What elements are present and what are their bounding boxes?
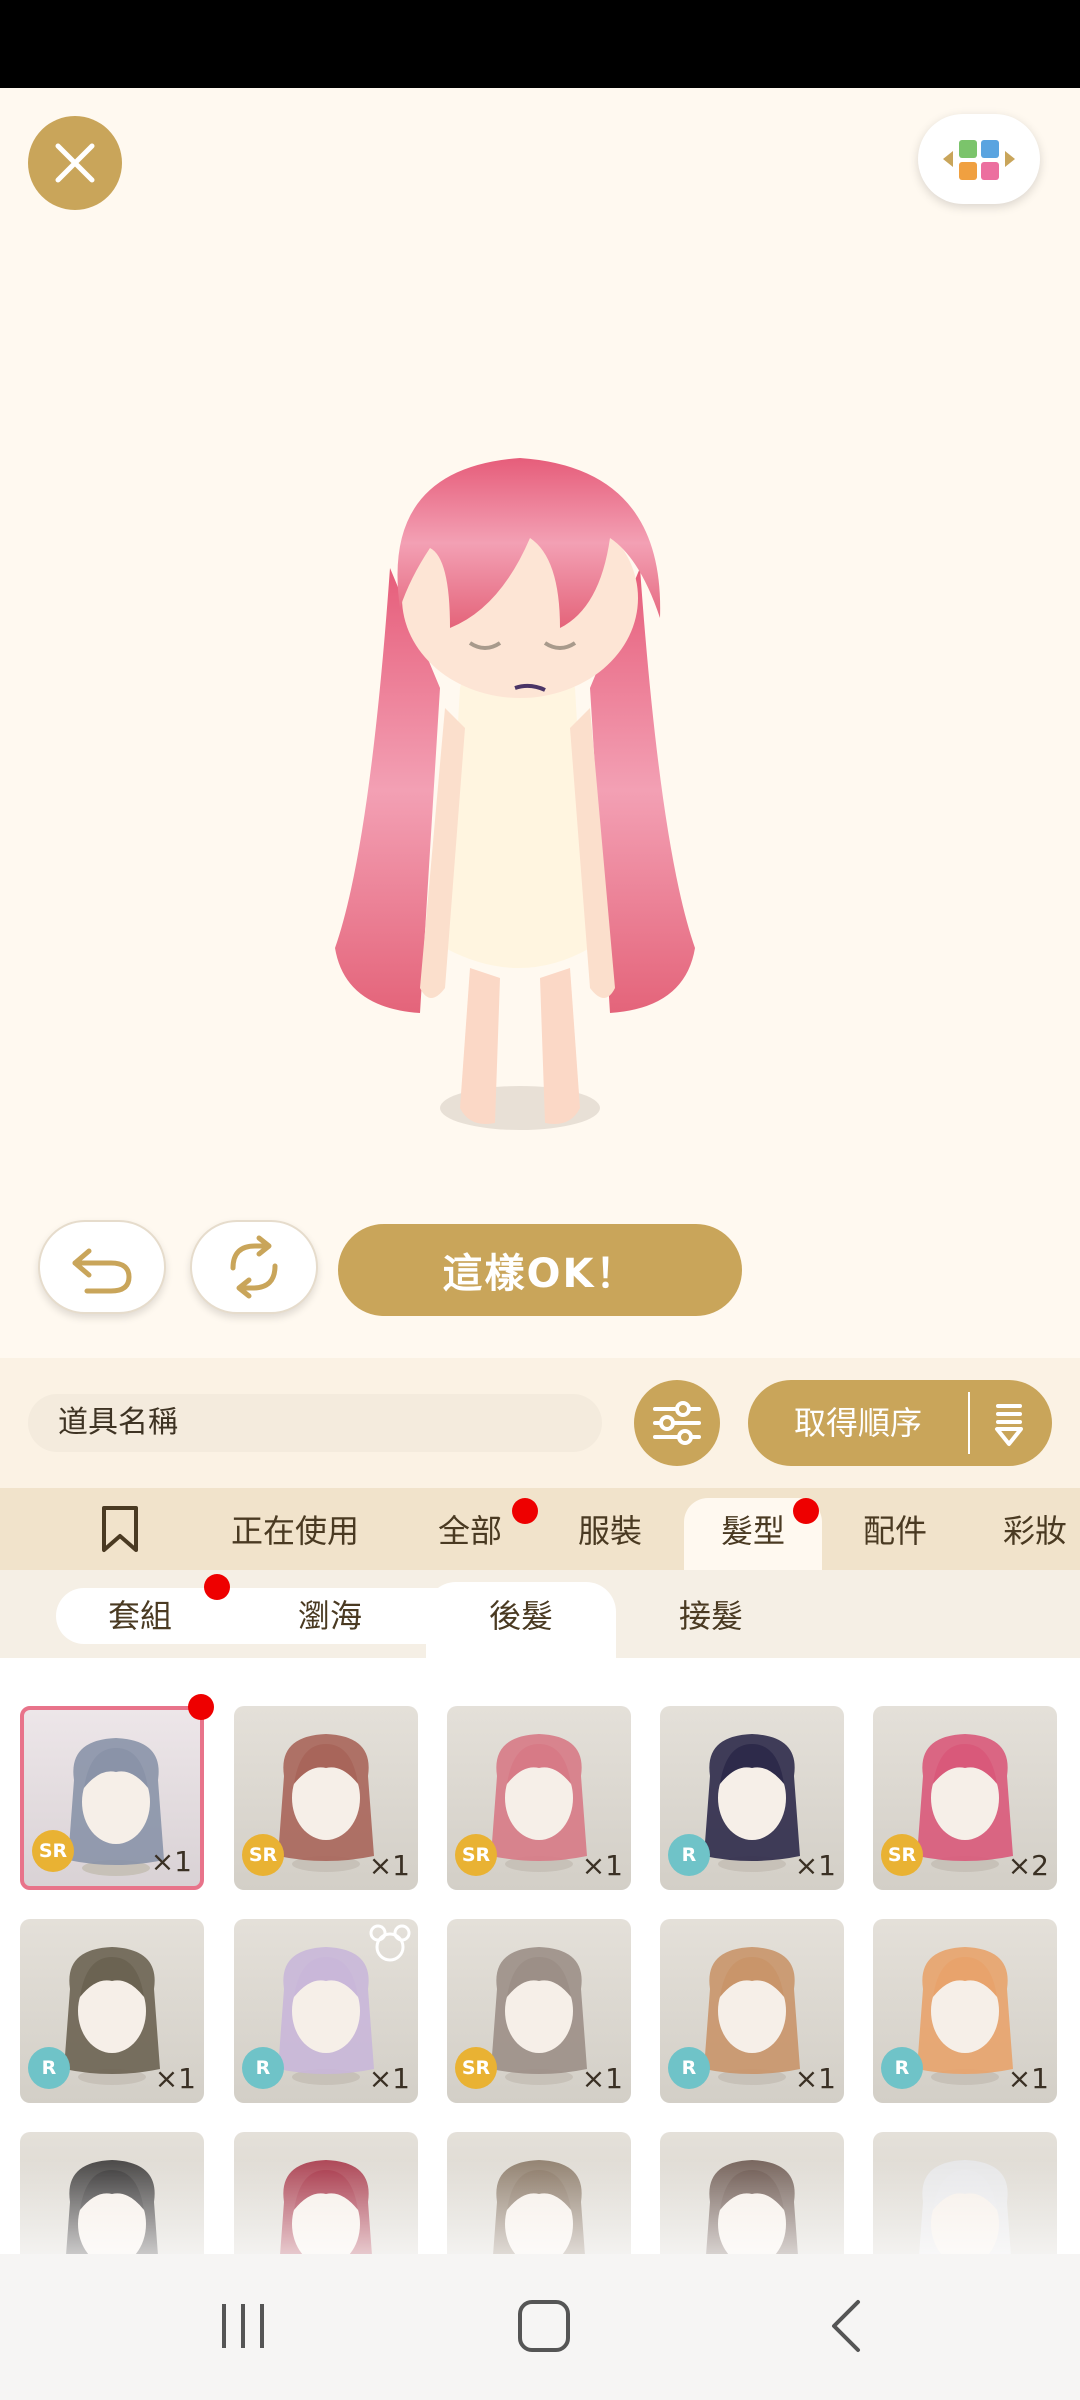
close-icon: [55, 143, 95, 183]
item-count: ×1: [154, 2062, 196, 2095]
close-button[interactable]: [28, 116, 122, 210]
tab-hairstyle[interactable]: 髮型: [703, 1488, 803, 1570]
confirm-ok-button[interactable]: 這樣OK！: [338, 1224, 742, 1316]
undo-button[interactable]: [38, 1220, 166, 1314]
rarity-badge: SR: [455, 2047, 497, 2089]
refresh-icon: [230, 1235, 278, 1299]
notification-dot: [204, 1574, 230, 1600]
rarity-badge: R: [881, 2047, 923, 2089]
system-navigation-bar: [0, 2254, 1080, 2400]
rarity-badge: SR: [32, 1830, 74, 1872]
tab-makeup[interactable]: 彩妝: [985, 1488, 1080, 1570]
item-count: ×1: [368, 1849, 410, 1882]
grid-fade-overlay: [0, 2160, 1080, 2254]
rarity-badge: R: [242, 2047, 284, 2089]
item-count: ×1: [794, 1849, 836, 1882]
notification-dot: [512, 1498, 538, 1524]
item-count: ×1: [368, 2062, 410, 2095]
category-tabs: 正在使用 全部 服裝 髮型 配件 彩妝: [0, 1488, 1080, 1570]
tab-bookmarks[interactable]: [80, 1488, 160, 1570]
subtab-hair-extensions[interactable]: 接髮: [651, 1570, 771, 1658]
hair-item-card[interactable]: R ×1: [660, 1706, 844, 1890]
home-icon[interactable]: [516, 2298, 572, 2354]
status-bar: [0, 0, 1080, 88]
item-count: ×1: [581, 2062, 623, 2095]
tab-clothing[interactable]: 服裝: [560, 1488, 660, 1570]
rarity-badge: R: [28, 2047, 70, 2089]
item-count: ×1: [150, 1845, 192, 1878]
bookmark-icon: [102, 1506, 138, 1552]
rarity-badge: SR: [242, 1834, 284, 1876]
tab-in-use[interactable]: 正在使用: [210, 1488, 380, 1570]
hair-item-card[interactable]: SR ×1: [447, 1919, 631, 2103]
rarity-badge: SR: [455, 1834, 497, 1876]
undo-icon: [72, 1248, 132, 1294]
sort-order-label: 取得順序: [793, 1404, 922, 1442]
avatar-stage: [0, 88, 1080, 1358]
sliders-icon: [653, 1401, 701, 1445]
back-icon[interactable]: [826, 2298, 866, 2354]
filter-button[interactable]: [634, 1380, 720, 1466]
hair-item-card[interactable]: SR ×1: [234, 1706, 418, 1890]
subtab-sets[interactable]: 套組: [80, 1570, 200, 1658]
tab-accessories[interactable]: 配件: [845, 1488, 945, 1570]
new-item-dot: [188, 1694, 214, 1720]
hair-item-card[interactable]: R ×1: [234, 1919, 418, 2103]
hair-item-card[interactable]: SR ×2: [873, 1706, 1057, 1890]
subtab-bangs[interactable]: 瀏海: [270, 1570, 390, 1658]
layout-grid-icon: [943, 140, 1015, 180]
item-count: ×1: [1007, 2062, 1049, 2095]
hair-item-card[interactable]: R ×1: [873, 1919, 1057, 2103]
bear-icon: [369, 1924, 411, 1962]
subtab-back-hair[interactable]: 後髮: [461, 1570, 581, 1658]
tab-all[interactable]: 全部: [420, 1488, 520, 1570]
notification-dot: [793, 1498, 819, 1524]
refresh-button[interactable]: [190, 1220, 318, 1314]
hair-item-card[interactable]: R ×1: [20, 1919, 204, 2103]
hair-item-card[interactable]: R ×1: [660, 1919, 844, 2103]
item-count: ×2: [1007, 1849, 1049, 1882]
item-name-search-input[interactable]: 道具名稱: [28, 1394, 602, 1452]
rarity-badge: SR: [881, 1834, 923, 1876]
sort-order-button[interactable]: 取得順序: [748, 1380, 1052, 1466]
rarity-badge: R: [668, 1834, 710, 1876]
rarity-badge: R: [668, 2047, 710, 2089]
sort-icon: [995, 1404, 1023, 1446]
sort-divider: [968, 1392, 970, 1454]
recent-apps-icon[interactable]: [218, 2298, 268, 2354]
hair-item-card[interactable]: SR ×1: [447, 1706, 631, 1890]
hair-item-card[interactable]: SR ×1: [20, 1706, 204, 1890]
layout-toggle-button[interactable]: [918, 114, 1040, 204]
item-count: ×1: [794, 2062, 836, 2095]
avatar-character: [335, 458, 695, 1130]
item-count: ×1: [581, 1849, 623, 1882]
